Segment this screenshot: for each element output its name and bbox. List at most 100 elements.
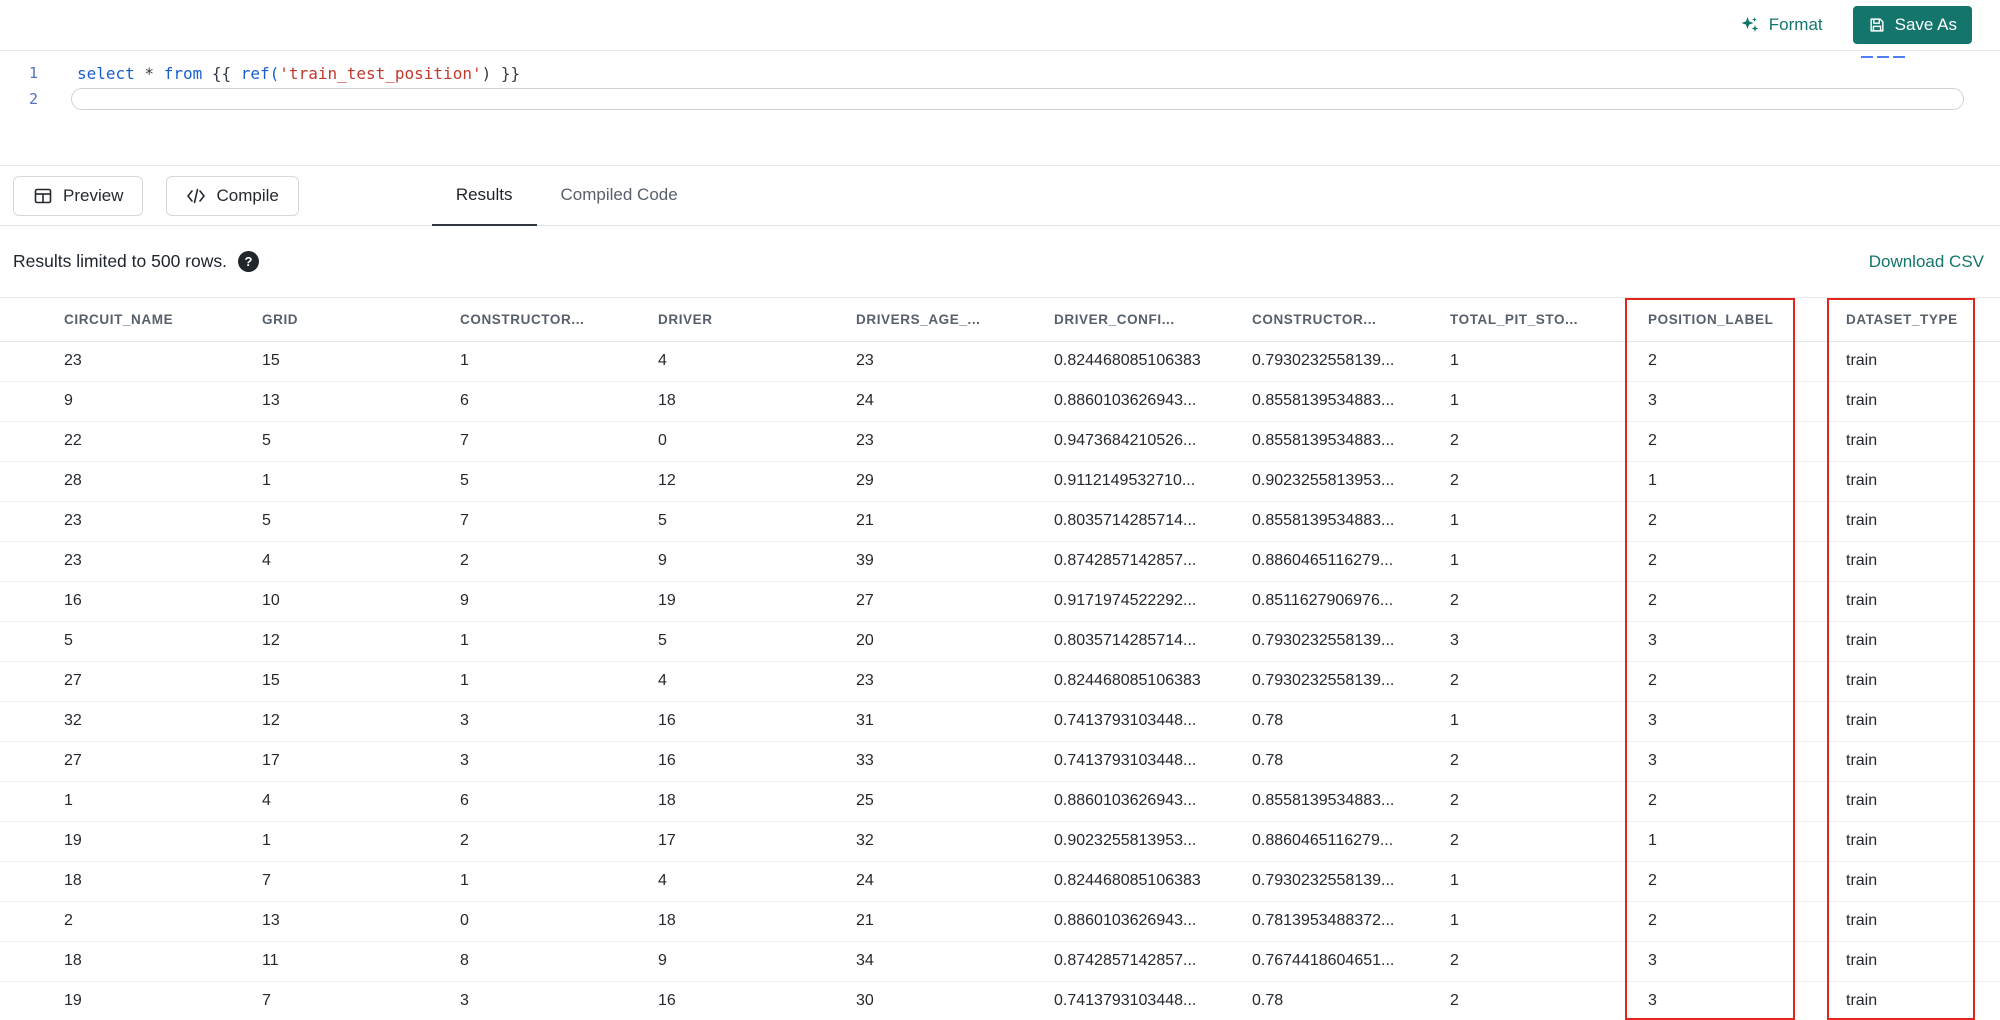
table-cell: 3	[1648, 621, 1846, 662]
column-header[interactable]: CONSTRUCTOR...	[460, 298, 658, 342]
table-cell: 0.8511627906976...	[1252, 581, 1450, 622]
tab-results[interactable]: Results	[431, 166, 537, 226]
column-header[interactable]: POSITION_LABEL	[1648, 298, 1846, 342]
table-cell: 3	[1648, 741, 1846, 782]
table-cell: 0.9023255813953...	[1252, 461, 1450, 502]
editor-topbar: Format Save As	[0, 0, 2000, 58]
table-cell: 18	[658, 901, 856, 942]
table-cell: 0.78	[1252, 701, 1450, 742]
table-cell: 16	[658, 741, 856, 782]
column-header[interactable]: CIRCUIT_NAME	[0, 298, 262, 342]
table-cell: 2	[1450, 821, 1648, 862]
column-header[interactable]: DRIVER_CONFI...	[1054, 298, 1252, 342]
help-icon[interactable]: ?	[237, 251, 259, 272]
code-row-2: 2	[0, 86, 2000, 112]
table-cell: 12	[262, 701, 460, 742]
table-cell: 21	[856, 901, 1054, 942]
table-row: 16 10 9 19 27 0.9171974522292... 0.85116279069…	[0, 581, 2000, 622]
active-line-box[interactable]	[71, 88, 1964, 110]
table-cell: 18	[658, 781, 856, 822]
compile-button[interactable]: Compile	[166, 175, 299, 216]
table-cell: 0.7930232558139...	[1252, 341, 1450, 382]
save-icon	[1868, 16, 1886, 34]
table-cell: 0.7930232558139...	[1252, 661, 1450, 702]
table-cell: train	[1846, 621, 2000, 662]
table-row: 32 12 3 16 31 0.7413793103448... 0.78 1 3 train	[0, 701, 2000, 742]
table-row: 18 11 8 9 34 0.8742857142857... 0.767441860465…	[0, 941, 2000, 982]
column-header[interactable]: DATASET_TYPE	[1846, 298, 2000, 342]
table-cell: train	[1846, 941, 2000, 982]
column-header[interactable]: DRIVERS_AGE_...	[856, 298, 1054, 342]
table-cell: 31	[856, 701, 1054, 742]
table-cell: 2	[1450, 421, 1648, 462]
table-row: 23 5 7 5 21 0.8035714285714... 0.8558139534883…	[0, 501, 2000, 542]
table-cell: train	[1846, 501, 2000, 542]
column-header[interactable]: TOTAL_PIT_STO...	[1450, 298, 1648, 342]
code-line-1[interactable]: select * from {{ ref('train_test_positio…	[56, 60, 2000, 86]
table-cell: 1	[1450, 701, 1648, 742]
table-cell: train	[1846, 341, 2000, 382]
results-tabs: Results Compiled Code	[431, 166, 702, 226]
table-cell: 2	[1450, 661, 1648, 702]
column-header[interactable]: GRID	[262, 298, 460, 342]
table-cell: 27	[0, 661, 262, 702]
table-cell: 16	[658, 701, 856, 742]
table-row: 1 4 6 18 25 0.8860103626943... 0.8558139534883…	[0, 781, 2000, 822]
table-row: 19 1 2 17 32 0.9023255813953... 0.886046511627…	[0, 821, 2000, 862]
table-cell: 24	[856, 861, 1054, 902]
save-as-focus-artifact	[1861, 52, 1905, 58]
table-cell: 27	[856, 581, 1054, 622]
table-cell: 5	[460, 461, 658, 502]
download-csv-link[interactable]: Download CSV	[1869, 252, 1984, 272]
table-cell: 29	[856, 461, 1054, 502]
table-cell: 7	[262, 861, 460, 902]
table-cell: 2	[1450, 781, 1648, 822]
table-cell: 0.9112149532710...	[1054, 461, 1252, 502]
table-cell: 8	[460, 941, 658, 982]
table-cell: 1	[1450, 341, 1648, 382]
code-line-2[interactable]	[56, 86, 2000, 112]
table-cell: 19	[0, 981, 262, 1020]
table-cell: 12	[262, 621, 460, 662]
table-cell: 28	[0, 461, 262, 502]
data-grid: CIRCUIT_NAME GRID CONSTRUCTOR... DRIVER DRIV…	[0, 298, 2000, 1020]
table-cell: 0.8035714285714...	[1054, 621, 1252, 662]
column-header[interactable]: CONSTRUCTOR...	[1252, 298, 1450, 342]
table-cell: 6	[460, 381, 658, 422]
table-row: 9 13 6 18 24 0.8860103626943... 0.855813953488…	[0, 381, 2000, 422]
table-cell: 0.8558139534883...	[1252, 781, 1450, 822]
table-cell: 7	[460, 421, 658, 462]
table-cell: 0.7413793103448...	[1054, 701, 1252, 742]
table-cell: 0.7813953488372...	[1252, 901, 1450, 942]
table-cell: 3	[460, 701, 658, 742]
table-cell: train	[1846, 981, 2000, 1020]
column-header[interactable]: DRIVER	[658, 298, 856, 342]
code-token-keyword: ref(	[240, 63, 280, 83]
table-cell: 2	[1648, 421, 1846, 462]
table-row: 27 17 3 16 33 0.7413793103448... 0.78 2 3 train	[0, 741, 2000, 782]
save-as-button[interactable]: Save As	[1852, 6, 1972, 44]
table-cell: 0.8035714285714...	[1054, 501, 1252, 542]
table-cell: 0.8742857142857...	[1054, 941, 1252, 982]
table-cell: 0.7930232558139...	[1252, 861, 1450, 902]
table-cell: 3	[1648, 941, 1846, 982]
preview-button[interactable]: Preview	[13, 175, 144, 216]
table-cell: 2	[1648, 581, 1846, 622]
app-root: Format Save As 1 select * from {{ ref('t…	[0, 0, 2000, 1020]
table-cell: 0.8860103626943...	[1054, 781, 1252, 822]
table-cell: train	[1846, 861, 2000, 902]
table-cell: 23	[856, 341, 1054, 382]
line-number-1: 1	[28, 64, 38, 82]
actions-toolbar: Preview Compile Results Compiled Code	[0, 166, 2000, 226]
table-cell: 3	[460, 981, 658, 1020]
table-cell: 3	[1648, 381, 1846, 422]
table-cell: 0.7413793103448...	[1054, 981, 1252, 1020]
table-cell: train	[1846, 461, 2000, 502]
table-cell: 2	[1450, 941, 1648, 982]
table-cell: 18	[658, 381, 856, 422]
tab-compiled-code[interactable]: Compiled Code	[537, 166, 702, 226]
format-button[interactable]: Format	[1740, 15, 1823, 35]
table-cell: 2	[1648, 501, 1846, 542]
sql-editor[interactable]: 1 select * from {{ ref('train_test_posit…	[0, 51, 2000, 166]
table-cell: 0.9023255813953...	[1054, 821, 1252, 862]
